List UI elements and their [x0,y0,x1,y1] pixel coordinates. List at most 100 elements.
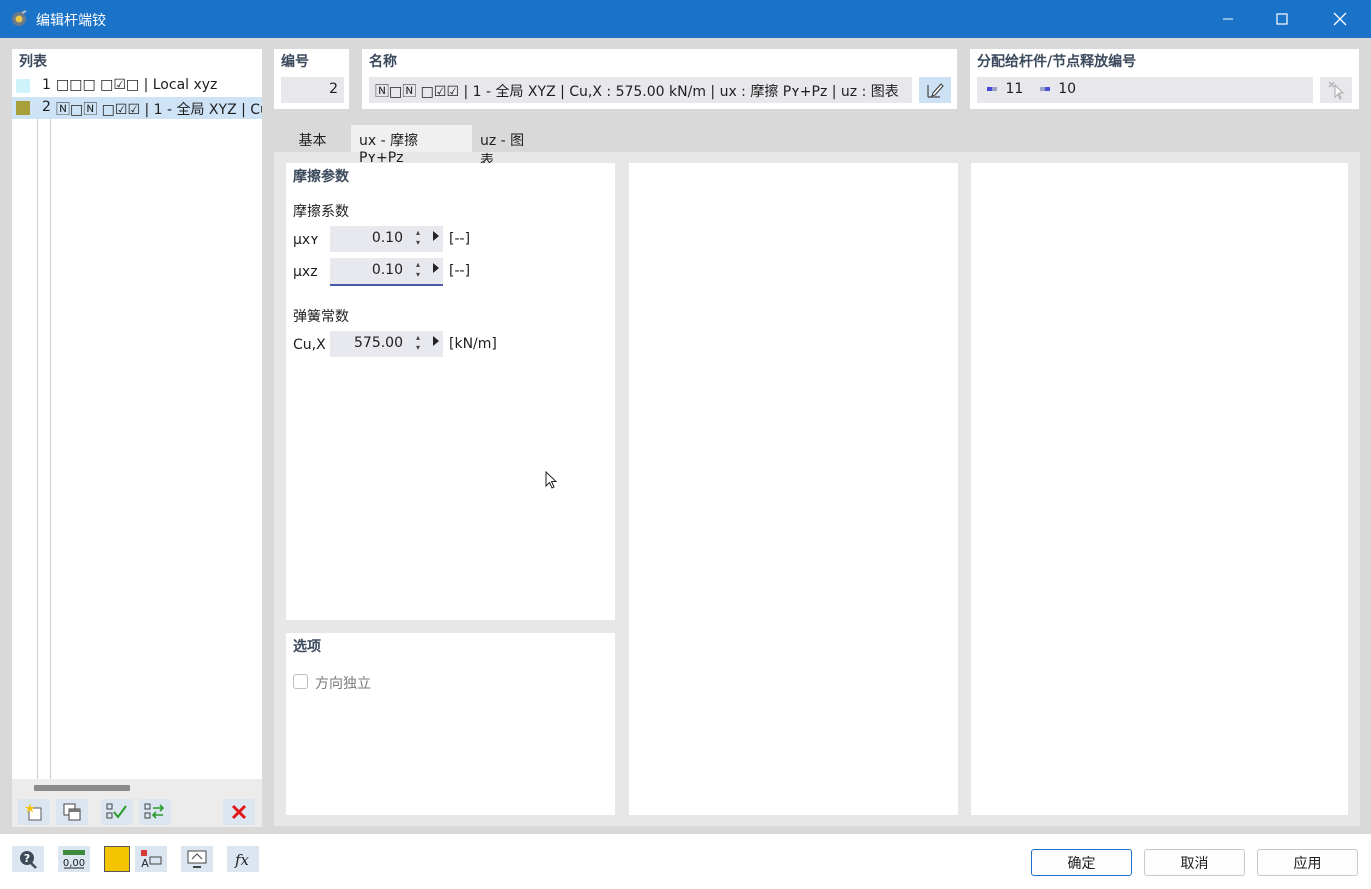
direction-independent-checkbox[interactable] [293,674,308,689]
mu-xy-unit: [--] [449,231,471,247]
scrollbar-thumb[interactable] [34,785,130,791]
units-button[interactable]: 0,00 [58,846,90,872]
list-item[interactable]: 1 □□□ □☑□ | Local xyz [12,75,262,97]
tab-ux-friction[interactable]: ux - 摩擦 Pʏ+Pz [351,125,472,166]
tab-bar: 基本 ux - 摩擦 Pʏ+Pz uz - 图表 [274,122,1360,169]
play-arrow-icon[interactable] [433,263,439,273]
list-item-text: 🄽□🄽 □☑☑ | 1 - 全局 XYZ | Cu,X [56,102,262,118]
member-icon [987,87,997,91]
cux-unit: [kN/m] [449,336,497,352]
cux-value: 575.00 [354,335,403,351]
units-icon: 0,00 [63,850,85,869]
friction-coef-title: 摩擦系数 [293,204,349,220]
pick-assign-button[interactable] [1320,77,1352,103]
svg-text:0,00: 0,00 [63,858,85,869]
list-item-number: 2 [42,99,51,115]
cux-label: Cu,X [293,337,326,353]
color-swatch[interactable] [104,846,130,872]
minimize-icon [1222,18,1233,20]
list-header: 列表 [19,54,47,70]
name-field[interactable]: 🄽□🄽 □☑☑ | 1 - 全局 XYZ | Cu,X : 575.00 kN/… [369,77,912,103]
tree-guide-line [37,119,38,779]
edit-name-button[interactable] [919,77,951,103]
assign-label: 分配给杆件/节点释放编号 [977,54,1137,70]
list-item-color [16,79,30,93]
help-icon: ? [20,851,37,869]
bottom-bar: ? 0,00 A fx 确定 取消 应用 [0,834,1371,889]
list-item-color [16,101,30,115]
spinner-icon[interactable]: ▴ ▾ [413,228,423,250]
number-field[interactable]: 2 [281,77,344,103]
spinner-icon[interactable]: ▴ ▾ [413,333,423,355]
ok-button[interactable]: 确定 [1031,849,1132,876]
horizontal-scrollbar[interactable] [12,779,262,797]
new-item-icon [25,803,42,821]
name-field-group: 名称 🄽□🄽 □☑☑ | 1 - 全局 XYZ | Cu,X : 575.00 … [362,49,957,109]
display-button[interactable] [181,846,213,872]
copy-item-button[interactable] [56,799,88,825]
formula-button[interactable]: fx [227,846,259,872]
mu-xy-value: 0.10 [371,230,403,246]
list-item-number: 1 [42,77,51,93]
maximize-button[interactable] [1253,0,1310,38]
cancel-button[interactable]: 取消 [1144,849,1245,876]
list-item[interactable]: 2 🄽□🄽 □☑☑ | 1 - 全局 XYZ | Cu,X [12,97,262,119]
mu-xy-input[interactable]: 0.10 ▴ ▾ [330,226,443,252]
edit-pencil-icon [927,83,944,98]
apply-button[interactable]: 应用 [1257,849,1358,876]
copy-item-icon [63,803,81,821]
tab-uz-diagram[interactable]: uz - 图表 [472,125,546,169]
list-panel: 列表 1 □□□ □☑□ | Local xyz 2 🄽□🄽 □☑☑ | 1 -… [12,49,262,827]
play-arrow-icon[interactable] [433,336,439,346]
mu-xz-value: 0.10 [371,262,403,278]
check-all-button[interactable] [101,799,133,825]
check-swap-button[interactable] [139,799,171,825]
svg-text:fx: fx [234,851,250,869]
title-bar: 编辑杆端铰 [0,0,1371,38]
mu-xy-label: μxʏ [293,232,319,248]
options-panel: 选项 方向独立 [286,633,615,815]
friction-params-panel: 摩擦参数 摩擦系数 μxʏ 0.10 ▴ ▾ [--] μxz 0.10 ▴ ▾ [… [286,163,615,620]
help-button[interactable]: ? [12,846,44,872]
delete-button[interactable] [223,799,255,825]
spring-constant-title: 弹簧常数 [293,309,349,325]
close-button[interactable] [1311,0,1368,38]
formula-icon: fx [234,851,250,869]
member-icon [1039,87,1050,91]
assign-field[interactable]: 11 10 [977,77,1313,103]
mu-xz-label: μxz [293,264,318,280]
maximize-icon [1275,13,1288,25]
tab-basic[interactable]: 基本 [274,125,351,152]
play-arrow-icon[interactable] [433,231,439,241]
check-swap-icon [144,803,165,819]
assign-field-group: 分配给杆件/节点释放编号 11 10 [970,49,1359,109]
number-label: 编号 [281,54,309,70]
svg-text:A: A [141,857,149,869]
options-title: 选项 [293,639,321,655]
cux-input[interactable]: 575.00 ▴ ▾ [330,331,443,357]
text-style-button[interactable]: A [135,846,167,872]
list-item-text: □□□ □☑□ | Local xyz [56,77,218,93]
window-title: 编辑杆端铰 [36,13,106,29]
spinner-icon[interactable]: ▴ ▾ [413,260,423,282]
middle-panel [629,163,958,815]
close-icon [1333,12,1346,26]
dialog-client: 列表 1 □□□ □☑□ | Local xyz 2 🄽□🄽 □☑☑ | 1 -… [0,38,1371,889]
hinge-app-icon [12,10,27,26]
check-all-icon [106,803,127,819]
mu-xz-input[interactable]: 0.10 ▴ ▾ [330,258,443,286]
right-panel [971,163,1348,815]
assign-item: 11 [1005,81,1024,97]
delete-icon [231,804,247,820]
direction-independent-label: 方向独立 [315,676,371,692]
mu-xz-unit: [--] [449,263,471,279]
friction-section-title: 摩擦参数 [293,169,349,185]
tree-guide-line [50,119,51,779]
new-item-button[interactable] [18,799,50,825]
minimize-button[interactable] [1199,0,1256,38]
text-style-icon: A [141,850,162,869]
display-icon [187,850,207,868]
tabs-area: 基本 ux - 摩擦 Pʏ+Pz uz - 图表 摩擦参数 摩擦系数 μxʏ 0… [274,122,1360,826]
svg-text:?: ? [24,852,30,865]
name-label: 名称 [369,54,397,70]
